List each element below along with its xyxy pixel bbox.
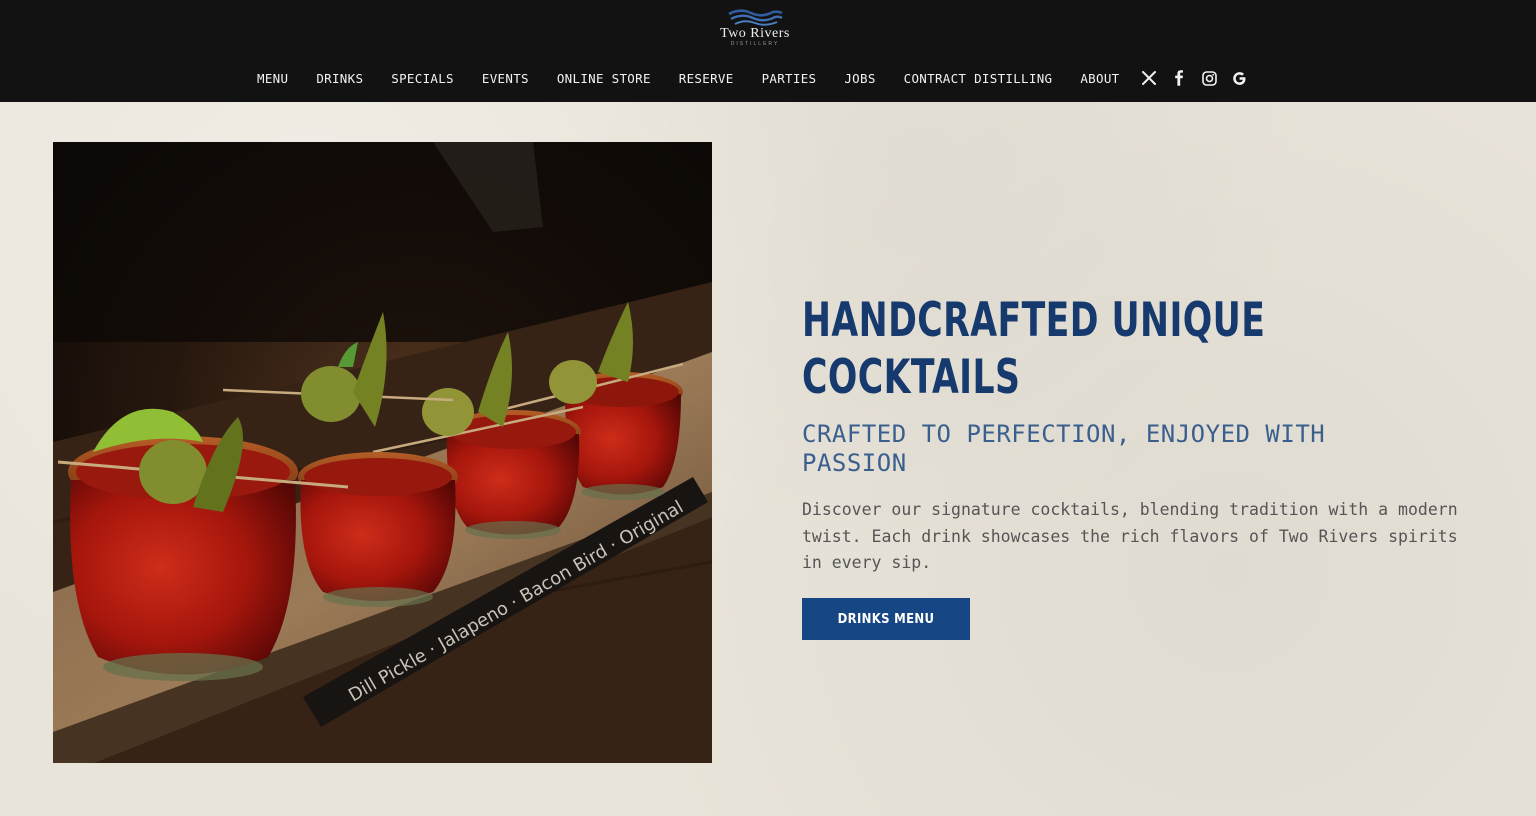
google-icon[interactable] xyxy=(1231,70,1247,86)
waves-logo-icon xyxy=(728,9,783,26)
nav-reserve[interactable]: RESERVE xyxy=(679,71,734,86)
cocktails-photo: Dill Pickle · Jalapeno · Bacon Bird · Or… xyxy=(53,142,712,763)
main-nav: MENU DRINKS SPECIALS EVENTS ONLINE STORE… xyxy=(257,68,1261,88)
logo-name: Two Rivers xyxy=(720,26,790,41)
site-logo[interactable]: Two Rivers DISTILLERY xyxy=(700,6,810,48)
nav-parties[interactable]: PARTIES xyxy=(762,71,817,86)
hero-description: Discover our signature cocktails, blendi… xyxy=(802,500,1458,572)
nav-jobs[interactable]: JOBS xyxy=(844,71,875,86)
facebook-icon[interactable] xyxy=(1171,70,1187,86)
instagram-icon[interactable] xyxy=(1201,70,1217,86)
social-links xyxy=(1141,70,1261,86)
nav-specials[interactable]: SPECIALS xyxy=(391,71,454,86)
nav-about[interactable]: ABOUT xyxy=(1080,71,1119,86)
hero-cocktail-image: Dill Pickle · Jalapeno · Bacon Bird · Or… xyxy=(53,142,712,763)
nav-events[interactable]: EVENTS xyxy=(482,71,529,86)
logo-subtitle: DISTILLERY xyxy=(730,41,780,47)
site-header: Two Rivers DISTILLERY MENU DRINKS SPECIA… xyxy=(0,0,1536,102)
nav-menu[interactable]: MENU xyxy=(257,71,288,86)
nav-online-store[interactable]: ONLINE STORE xyxy=(557,71,651,86)
hero-headline: HANDCRAFTED UNIQUE COCKTAILS xyxy=(802,293,1266,405)
x-icon[interactable] xyxy=(1141,70,1157,86)
drinks-menu-button[interactable]: DRINKS MENU xyxy=(802,598,970,640)
nav-drinks[interactable]: DRINKS xyxy=(316,71,363,86)
hero-subheadline: CRAFTED TO PERFECTION, ENJOYED WITH PASS… xyxy=(802,420,1326,477)
nav-contract-distilling[interactable]: CONTRACT DISTILLING xyxy=(904,71,1053,86)
